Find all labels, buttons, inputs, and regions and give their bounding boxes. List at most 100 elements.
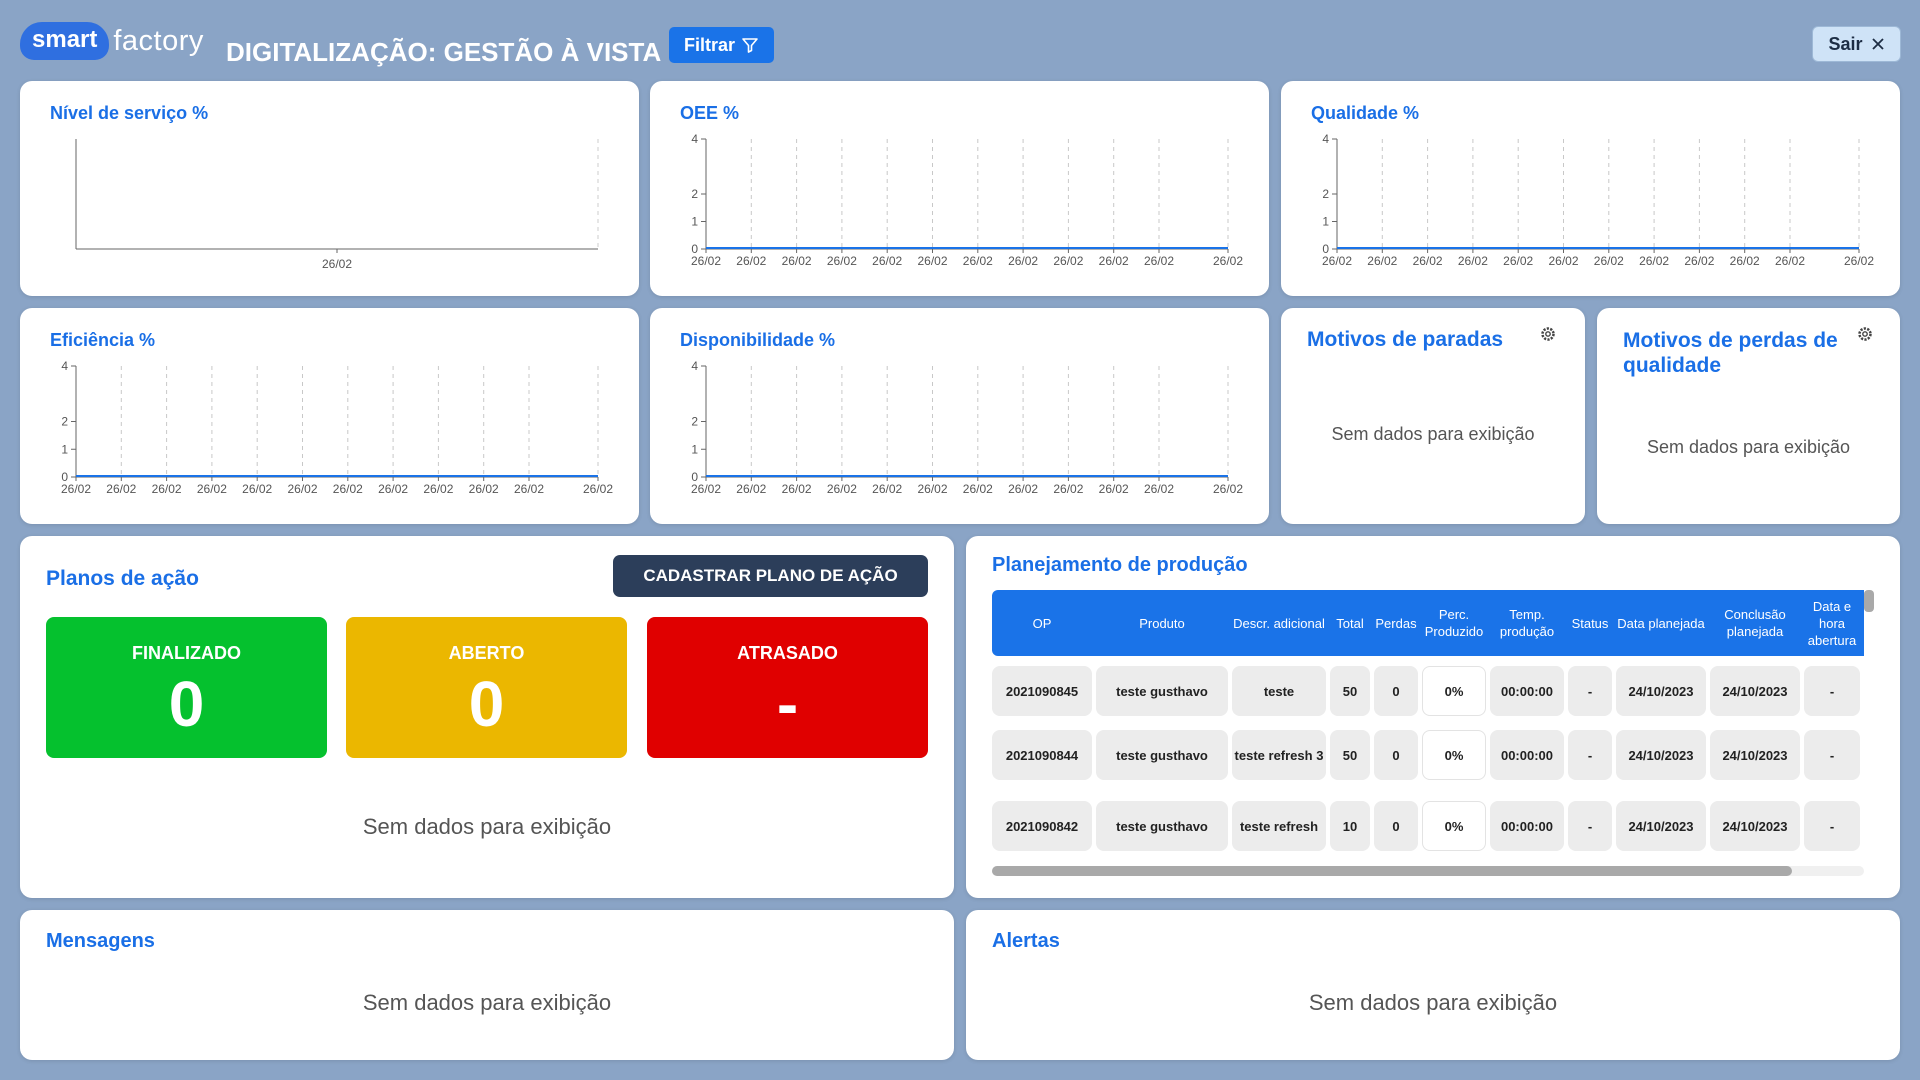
- empty-message: Sem dados para exibição: [1646, 437, 1851, 457]
- status-finalizado: FINALIZADO 0: [46, 617, 327, 758]
- x-tick-label: 26/02: [1008, 482, 1038, 496]
- header-descr[interactable]: Descr. adicional: [1232, 590, 1326, 656]
- header-status[interactable]: Status: [1568, 590, 1612, 656]
- filter-button-label: Filtrar: [683, 34, 735, 55]
- x-tick-label: 26/02: [1322, 254, 1352, 268]
- card-motivos-paradas: Motivos de paradas Sem dados para exibiç…: [1281, 308, 1585, 524]
- header-produto[interactable]: Produto: [1096, 590, 1228, 656]
- x-tick-label: 26/02: [1594, 254, 1624, 268]
- y-tick-label: 0: [691, 242, 698, 256]
- empty-message: Sem dados para exibição: [1308, 990, 1558, 1015]
- status-value: 0: [468, 668, 505, 740]
- header-abertura[interactable]: Data e hora abertura: [1804, 590, 1860, 656]
- x-tick-label: 26/02: [827, 254, 857, 268]
- table-cell: -: [1804, 666, 1860, 716]
- x-tick-label: 26/02: [963, 254, 993, 268]
- horizontal-scrollbar[interactable]: [992, 866, 1792, 876]
- cadastrar-plano-button[interactable]: CADASTRAR PLANO DE AÇÃO: [613, 555, 928, 597]
- card-qualidade: Qualidade % 26/02 26/02 26/02 26/02 26/02 26/…: [1281, 81, 1900, 296]
- logo-text: factory: [113, 24, 204, 57]
- card-planos-acao: Planos de ação CADASTRAR PLANO DE AÇÃO F…: [20, 536, 954, 898]
- x-tick-label: 26/02: [736, 254, 766, 268]
- table-cell: teste refresh: [1232, 801, 1326, 851]
- qualidade-chart: 26/02 26/02 26/02 26/02 26/02 26/02 26/02 26/02…: [1322, 132, 1874, 268]
- card-oee: OEE % 26/02 26/02 26/02 26/02 26/02 26/02 26/0…: [650, 81, 1269, 296]
- empty-message: Sem dados para exibição: [362, 814, 612, 839]
- table-cell: 0: [1374, 801, 1418, 851]
- table-cell: 24/10/2023: [1710, 801, 1800, 851]
- table-cell: 0: [1374, 666, 1418, 716]
- table-cell: -: [1568, 801, 1612, 851]
- y-tick-label: 2: [691, 187, 698, 201]
- x-tick-label: 26/02: [583, 482, 613, 496]
- x-tick-label: 26/02: [242, 482, 272, 496]
- table-cell: teste: [1232, 666, 1326, 716]
- header-perdas[interactable]: Perdas: [1374, 590, 1418, 656]
- table-cell: 24/10/2023: [1616, 666, 1706, 716]
- table-row[interactable]: 2021090842 teste gusthavo teste refresh 10 0…: [992, 801, 1864, 851]
- card-title: Motivos de paradas: [1307, 328, 1504, 351]
- card-title-line1: Motivos de perdas de: [1623, 329, 1838, 352]
- x-tick-label: 26/02: [1099, 254, 1129, 268]
- y-tick-label: 2: [1322, 187, 1329, 201]
- x-tick-label: 26/02: [106, 482, 136, 496]
- filter-button[interactable]: Filtrar: [669, 27, 774, 63]
- x-tick-label: 26/02: [1213, 482, 1243, 496]
- table-cell: -: [1804, 801, 1860, 851]
- card-title: Alertas: [992, 930, 1060, 952]
- table-cell: 0: [1374, 730, 1418, 780]
- y-tick-label: 2: [691, 415, 698, 429]
- table-cell: 0%: [1422, 730, 1486, 780]
- x-tick-label: 26/02: [872, 482, 902, 496]
- y-tick-label: 0: [1322, 242, 1329, 256]
- header-perc[interactable]: Perc. Produzido: [1422, 590, 1486, 656]
- status-value: 0: [168, 668, 205, 740]
- header-conclusao[interactable]: Conclusão planejada: [1710, 590, 1800, 656]
- gear-icon[interactable]: [1539, 325, 1557, 343]
- x-tick-label: 26/02: [872, 254, 902, 268]
- table-cell: 24/10/2023: [1616, 801, 1706, 851]
- x-tick-label: 26/02: [1367, 254, 1397, 268]
- x-tick-label: 26/02: [1730, 254, 1760, 268]
- card-title: Motivos de perdas de qualidade: [1623, 328, 1838, 378]
- header-total[interactable]: Total: [1330, 590, 1370, 656]
- x-tick-label: 26/02: [423, 482, 453, 496]
- x-tick-label: 26/02: [1213, 254, 1243, 268]
- y-tick-label: 2: [61, 415, 68, 429]
- y-tick-label: 1: [691, 215, 698, 229]
- gear-icon[interactable]: [1856, 325, 1874, 343]
- table-cell: 0%: [1422, 801, 1486, 851]
- status-aberto: ABERTO 0: [346, 617, 627, 758]
- x-tick-label: 26/02: [691, 482, 721, 496]
- table-cell: 2021090844: [992, 730, 1092, 780]
- exit-button[interactable]: Sair: [1812, 26, 1901, 62]
- header-temp[interactable]: Temp. produção: [1490, 590, 1564, 656]
- x-tick-label: 26/02: [152, 482, 182, 496]
- card-eficiencia: Eficiência % 26/02 26/02 26/02 26/02 26/02 26…: [20, 308, 639, 524]
- x-tick-label: 26/02: [469, 482, 499, 496]
- table-row[interactable]: 2021090845 teste gusthavo teste 50 0 0% 00:00:…: [992, 666, 1864, 716]
- empty-message: Sem dados para exibição: [362, 990, 612, 1015]
- vertical-scrollbar[interactable]: [1864, 590, 1874, 612]
- x-tick-label: 26/02: [1053, 482, 1083, 496]
- x-tick-label: 26/02: [691, 254, 721, 268]
- header-op[interactable]: OP: [992, 590, 1092, 656]
- card-title: Planejamento de produção: [992, 554, 1248, 576]
- x-tick-label: 26/02: [1639, 254, 1669, 268]
- table-cell: teste gusthavo: [1096, 730, 1228, 780]
- table-cell: 00:00:00: [1490, 666, 1564, 716]
- table-cell: 0%: [1422, 666, 1486, 716]
- table-row[interactable]: 2021090844 teste gusthavo teste refresh 35…: [992, 730, 1864, 780]
- header-data-planejada[interactable]: Data planejada: [1616, 590, 1706, 656]
- y-tick-label: 4: [691, 132, 698, 146]
- x-tick-label: 26/02: [1008, 254, 1038, 268]
- table-cell: -: [1804, 730, 1860, 780]
- x-tick-label: 26/02: [782, 482, 812, 496]
- x-tick-label: 26/02: [61, 482, 91, 496]
- table-cell: teste gusthavo: [1096, 801, 1228, 851]
- x-tick-label: 26/02: [1458, 254, 1488, 268]
- table-cell: -: [1568, 666, 1612, 716]
- table-cell: 2021090845: [992, 666, 1092, 716]
- card-title-line2: qualidade: [1623, 354, 1722, 377]
- card-title: Planos de ação: [46, 567, 199, 590]
